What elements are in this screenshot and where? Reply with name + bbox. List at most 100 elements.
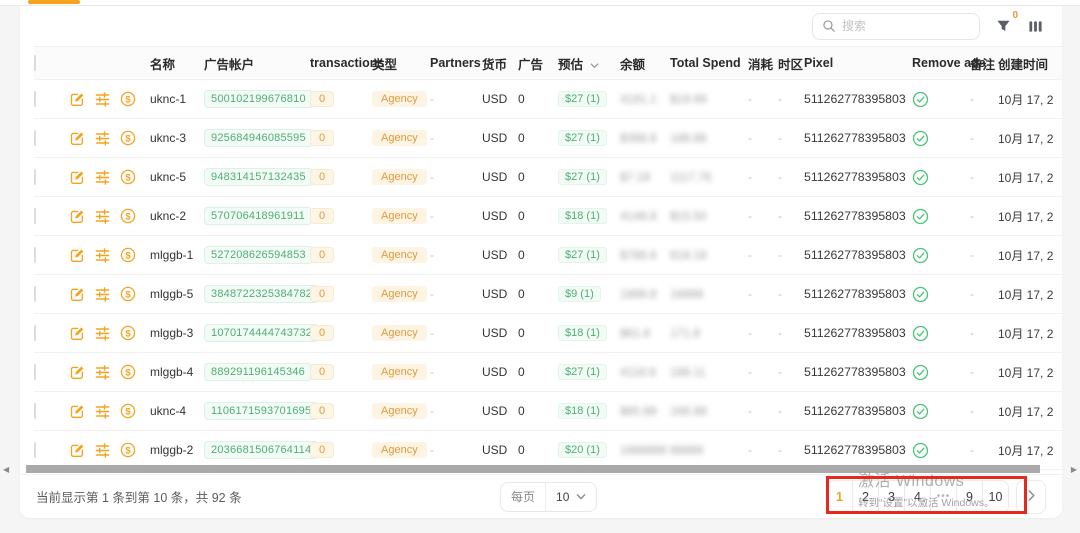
ads-count: 0 <box>518 443 558 457</box>
dollar-coin-icon[interactable]: $ <box>120 442 136 458</box>
edit-icon[interactable] <box>70 170 85 185</box>
edit-icon[interactable] <box>70 404 85 419</box>
chevron-down-icon <box>576 493 586 500</box>
row-checkbox[interactable] <box>34 286 36 302</box>
row-checkbox[interactable] <box>34 442 36 458</box>
horizontal-scrollbar[interactable]: ◀ ▶ <box>0 464 1080 475</box>
table-toolbar: 0 <box>20 6 1062 46</box>
select-all-checkbox[interactable] <box>34 55 36 71</box>
balance-redacted: $61.8 <box>620 326 650 340</box>
pagination-page-9[interactable]: 9 <box>956 480 983 514</box>
ads-count: 0 <box>518 209 558 223</box>
edit-icon[interactable] <box>70 131 85 146</box>
column-settings-button[interactable] <box>1026 17 1044 35</box>
row-actions: $ <box>70 208 150 224</box>
accounts-panel: 0 名称 广告帐户 transactions 类型 Partners 货币 广告… <box>20 6 1062 518</box>
page-size-select[interactable]: 每页 10 <box>500 482 597 512</box>
sliders-icon[interactable] <box>95 248 110 263</box>
pagination-page-1[interactable]: 1 <box>826 480 853 514</box>
dollar-coin-icon[interactable]: $ <box>120 130 136 146</box>
pagination-page-2[interactable]: 2 <box>852 480 879 514</box>
edit-icon[interactable] <box>70 443 85 458</box>
edit-icon[interactable] <box>70 287 85 302</box>
estimate-badge: $27 (1) <box>558 91 607 107</box>
transactions-badge: 0 <box>310 169 334 185</box>
row-checkbox[interactable] <box>34 91 36 107</box>
table-scroll-area: 名称 广告帐户 transactions 类型 Partners 货币 广告 预… <box>20 46 1062 474</box>
type-badge: Agency <box>372 325 427 341</box>
sliders-icon[interactable] <box>95 92 110 107</box>
sliders-icon[interactable] <box>95 131 110 146</box>
timezone-value: - <box>778 287 804 301</box>
edit-icon[interactable] <box>70 326 85 341</box>
partners-value: - <box>430 131 482 145</box>
ads-count: 0 <box>518 170 558 184</box>
transactions-badge: 0 <box>310 286 334 302</box>
edit-icon[interactable] <box>70 248 85 263</box>
dollar-coin-icon[interactable]: $ <box>120 403 136 419</box>
sliders-icon[interactable] <box>95 365 110 380</box>
type-badge: Agency <box>372 169 427 185</box>
sliders-icon[interactable] <box>95 404 110 419</box>
sliders-icon[interactable] <box>95 209 110 224</box>
dollar-coin-icon[interactable]: $ <box>120 247 136 263</box>
partners-value: - <box>430 92 482 106</box>
row-checkbox[interactable] <box>34 130 36 146</box>
pagination: 1234•••910 <box>826 480 1046 514</box>
dollar-coin-icon[interactable]: $ <box>120 286 136 302</box>
edit-icon[interactable] <box>70 365 85 380</box>
pagination-next-button[interactable] <box>1016 480 1046 514</box>
dollar-coin-icon[interactable]: $ <box>120 208 136 224</box>
edit-icon[interactable] <box>70 209 85 224</box>
estimate-badge: $27 (1) <box>558 364 607 380</box>
search-input-wrap[interactable] <box>812 13 980 40</box>
check-circle-icon <box>912 91 970 108</box>
row-checkbox[interactable] <box>34 169 36 185</box>
table-row: $uknc-15001021996768100Agency-USD0$27 (1… <box>34 80 1062 119</box>
edit-icon[interactable] <box>70 92 85 107</box>
dollar-coin-icon[interactable]: $ <box>120 169 136 185</box>
dollar-coin-icon[interactable]: $ <box>120 91 136 107</box>
sort-chevron-down-icon <box>590 58 599 72</box>
pagination-ellipsis[interactable]: ••• <box>930 480 957 514</box>
row-checkbox[interactable] <box>34 247 36 263</box>
page-size-value: 10 <box>556 490 569 504</box>
pixel-id: 511262778395803 <box>804 131 912 145</box>
dollar-coin-icon[interactable]: $ <box>120 325 136 341</box>
scroll-right-arrow-icon[interactable]: ▶ <box>1071 465 1077 474</box>
page-size-label: 每页 <box>501 483 546 511</box>
total-spend-redacted: 1117.76 <box>670 170 712 184</box>
pagination-page-3[interactable]: 3 <box>878 480 905 514</box>
row-checkbox[interactable] <box>34 325 36 341</box>
dollar-coin-icon[interactable]: $ <box>120 364 136 380</box>
svg-text:$: $ <box>125 289 131 300</box>
check-circle-icon <box>912 403 970 420</box>
sliders-icon[interactable] <box>95 170 110 185</box>
header-estimate[interactable]: 预估 <box>558 54 620 73</box>
row-checkbox[interactable] <box>34 403 36 419</box>
row-checkbox[interactable] <box>34 364 36 380</box>
transactions-badge: 0 <box>310 247 334 263</box>
partners-value: - <box>430 326 482 340</box>
pagination-page-10[interactable]: 10 <box>982 480 1009 514</box>
search-input[interactable] <box>842 19 962 33</box>
account-id-badge: 2036681506764114 <box>204 441 318 459</box>
type-badge: Agency <box>372 130 427 146</box>
svg-text:$: $ <box>125 94 131 105</box>
row-actions: $ <box>70 169 150 185</box>
transactions-badge: 0 <box>310 364 334 380</box>
sliders-icon[interactable] <box>95 326 110 341</box>
row-actions: $ <box>70 325 150 341</box>
sliders-icon[interactable] <box>95 443 110 458</box>
columns-icon <box>1028 19 1043 34</box>
type-badge: Agency <box>372 442 427 458</box>
partners-value: - <box>430 443 482 457</box>
row-checkbox[interactable] <box>34 208 36 224</box>
table-body: $uknc-15001021996768100Agency-USD0$27 (1… <box>34 80 1062 470</box>
scrollbar-thumb[interactable] <box>26 465 1040 473</box>
pagination-page-4[interactable]: 4 <box>904 480 931 514</box>
row-actions: $ <box>70 91 150 107</box>
scroll-left-arrow-icon[interactable]: ◀ <box>3 465 9 474</box>
sliders-icon[interactable] <box>95 287 110 302</box>
filter-button[interactable]: 0 <box>994 17 1012 35</box>
